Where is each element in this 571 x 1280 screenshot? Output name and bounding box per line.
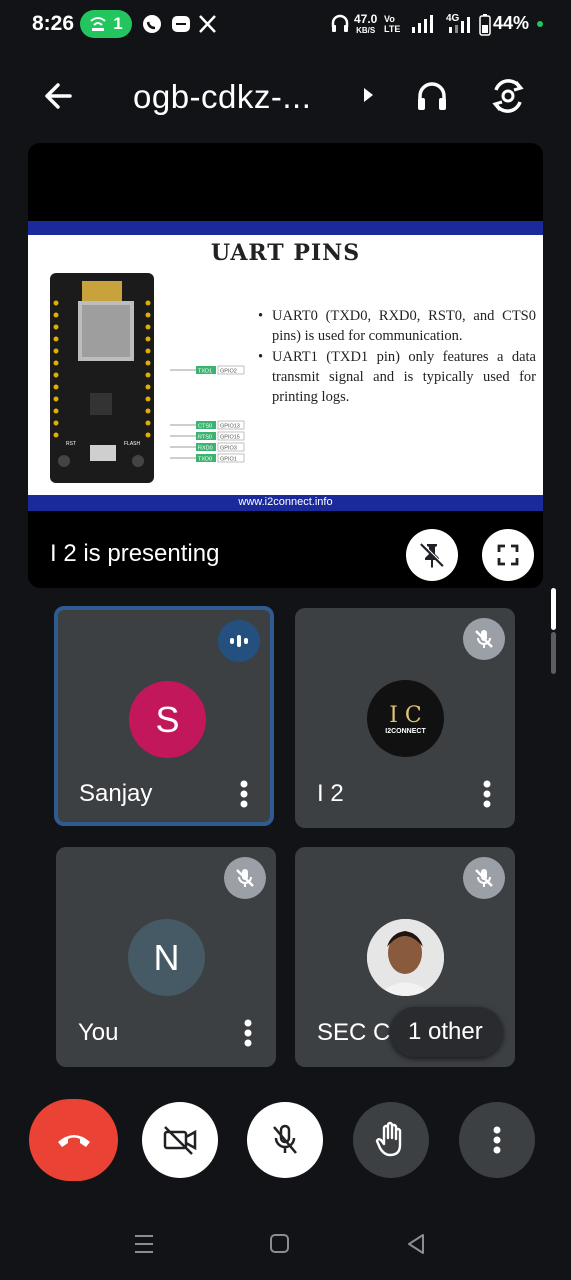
shared-slide: UART PINS RST FLASH TXD1 GPIO2 CTS0 GPIO…	[28, 221, 543, 511]
network-speed: 47.0 KB/S	[354, 12, 378, 36]
pin-gpio-label: GPIO2	[220, 369, 237, 375]
participant-tile-i2[interactable]: I C I2CONNECT I 2	[295, 608, 515, 828]
raise-hand-button[interactable]	[353, 1102, 429, 1178]
battery-icon	[479, 14, 491, 36]
participant-name: Sanjay	[79, 780, 153, 807]
mic-toggle-button[interactable]	[247, 1102, 323, 1178]
profile-photo	[367, 919, 444, 996]
pin-name-label: CTS0	[198, 424, 212, 430]
participant-tile-sanjay[interactable]: S Sanjay	[54, 606, 274, 826]
slide-footer-url: www.i2connect.info	[28, 495, 543, 511]
mic-off-badge	[463, 618, 505, 660]
fullscreen-button[interactable]	[482, 529, 534, 581]
message-icon	[172, 16, 190, 32]
unpin-button[interactable]	[406, 529, 458, 581]
camera-off-icon	[163, 1126, 197, 1155]
whatsapp-icon	[143, 15, 161, 33]
signal-icon-2	[449, 17, 470, 33]
meeting-code[interactable]: ogb-cdkz-...	[133, 78, 311, 116]
pin-name-label: RTS0	[198, 435, 212, 441]
signal-icon	[412, 15, 433, 33]
scrollbar-track	[551, 632, 556, 674]
hotspot-icon	[90, 17, 106, 31]
pin-gpio-label: GPIO13	[220, 424, 240, 430]
raise-hand-icon	[375, 1121, 402, 1157]
end-call-icon	[57, 1135, 90, 1147]
person-photo-icon	[367, 919, 444, 996]
hotspot-count: 1	[113, 14, 123, 33]
mic-off-badge	[463, 857, 505, 899]
privacy-dot	[537, 21, 543, 27]
slide-header-band	[28, 221, 543, 235]
net-speed-unit: KB/S	[356, 26, 376, 35]
more-options-button[interactable]	[459, 1102, 535, 1178]
volte-line1: Vo	[384, 14, 395, 24]
pin-name-label: TXD0	[198, 457, 212, 463]
end-call-button[interactable]	[29, 1099, 118, 1181]
back-arrow-icon[interactable]	[40, 78, 76, 114]
presentation-card[interactable]: UART PINS RST FLASH TXD1 GPIO2 CTS0 GPIO…	[28, 143, 543, 588]
participant-name: I 2	[317, 780, 344, 807]
avatar: N	[128, 919, 205, 996]
status-bar: 8:26 1 47.0 KB/S Vo LTE 4G 44%	[0, 0, 571, 52]
logo-text: I C	[389, 702, 422, 728]
pin-gpio-label: GPIO3	[220, 446, 237, 452]
mic-off-icon	[236, 869, 254, 887]
status-time: 8:26	[32, 12, 75, 35]
meeting-top-bar: ogb-cdkz-...	[0, 60, 571, 132]
caret-right-icon[interactable]	[362, 87, 374, 103]
esp8266-board-image: RST FLASH TXD1 GPIO2 CTS0 GPIO13 RTS0 GPIO15 R…	[50, 273, 245, 483]
camera-toggle-button[interactable]	[142, 1102, 218, 1178]
speaking-indicator	[218, 620, 260, 662]
presenting-label: I 2 is presenting	[50, 540, 220, 567]
more-options-icon	[493, 1126, 501, 1154]
mic-off-icon	[273, 1124, 297, 1154]
participant-name: You	[78, 1019, 119, 1046]
more-vert-icon[interactable]	[244, 1019, 252, 1047]
battery-percentage: 44%	[493, 13, 530, 33]
more-vert-icon[interactable]	[240, 780, 248, 808]
x-icon	[199, 15, 216, 33]
pin-name-label: TXD1	[198, 369, 212, 375]
avatar: S	[129, 681, 206, 758]
scrollbar-thumb[interactable]	[551, 588, 556, 630]
volte-indicator: Vo LTE	[384, 14, 400, 34]
pin-gpio-label: GPIO15	[220, 435, 240, 441]
board-flash-label: FLASH	[124, 441, 141, 447]
fullscreen-icon	[497, 544, 519, 566]
volte-line2: LTE	[384, 24, 401, 34]
i2connect-logo: I C I2CONNECT	[367, 680, 444, 757]
mic-off-icon	[475, 630, 493, 648]
mic-off-icon	[475, 869, 493, 887]
more-vert-icon[interactable]	[483, 780, 491, 808]
switch-camera-icon[interactable]	[488, 76, 528, 116]
slide-bullet: UART0 (TXD0, RXD0, RST0, and CTS0 pins) …	[258, 306, 536, 347]
participant-tile-you[interactable]: N You	[56, 847, 276, 1067]
unpin-icon	[420, 542, 445, 568]
board-rst-label: RST	[66, 441, 76, 447]
mic-off-badge	[224, 857, 266, 899]
headphones-icon	[331, 14, 349, 32]
audio-wave-icon	[230, 635, 248, 647]
recents-nav-icon[interactable]	[133, 1232, 155, 1256]
logo-sub: I2CONNECT	[385, 727, 426, 735]
hotspot-badge: 1	[80, 10, 132, 38]
pin-name-label: RXD0	[198, 446, 213, 452]
pin-gpio-label: GPIO1	[220, 457, 237, 463]
net-speed-value: 47.0	[354, 12, 378, 26]
home-nav-icon[interactable]	[269, 1232, 291, 1256]
back-nav-icon[interactable]	[405, 1232, 427, 1256]
slide-bullets: UART0 (TXD0, RXD0, RST0, and CTS0 pins) …	[258, 306, 536, 407]
others-chip[interactable]: 1 other	[390, 1007, 503, 1057]
slide-title: UART PINS	[210, 240, 361, 266]
slide-bullet: UART1 (TXD1 pin) only features a data tr…	[258, 347, 536, 408]
headphones-icon[interactable]	[412, 76, 452, 116]
